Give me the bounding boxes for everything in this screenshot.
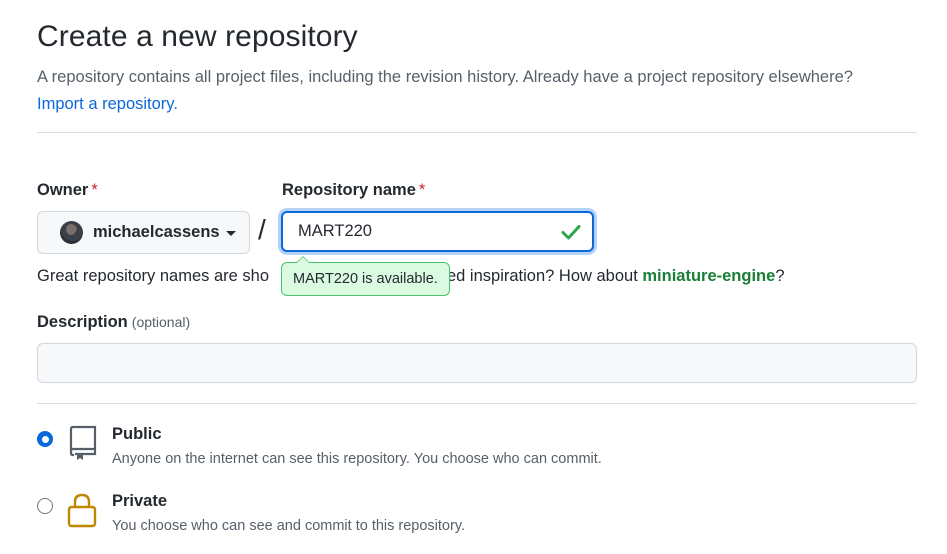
visibility-public-description: Anyone on the internet can see this repo… [112, 451, 602, 467]
owner-label: Owner * [37, 181, 98, 200]
required-marker: * [91, 181, 98, 199]
optional-marker: (optional) [131, 314, 191, 330]
page-subtitle: A repository contains all project files,… [37, 64, 917, 118]
owner-dropdown-button[interactable]: michaelcassens [37, 211, 250, 254]
owner-username: michaelcassens [93, 223, 220, 241]
check-icon [561, 225, 581, 240]
divider [37, 403, 917, 404]
description-input[interactable] [37, 343, 917, 383]
import-repository-link[interactable]: Import a repository. [37, 95, 178, 113]
description-label: Description (optional) [37, 313, 190, 332]
visibility-private-radio[interactable] [37, 498, 53, 514]
owner-label-text: Owner [37, 181, 89, 199]
lock-icon [67, 493, 97, 528]
repo-name-label-text: Repository name [282, 181, 416, 199]
visibility-private-description: You choose who can see and commit to thi… [112, 518, 466, 534]
required-marker: * [418, 181, 426, 199]
repo-name-label: Repository name * [282, 181, 425, 200]
owner-repo-separator: / [258, 214, 266, 245]
subtitle-text: A repository contains all project files,… [37, 68, 853, 86]
description-label-text: Description [37, 313, 128, 331]
hint-end: ? [775, 267, 785, 285]
visibility-private-label: Private [112, 492, 168, 510]
visibility-public-radio[interactable] [37, 431, 53, 447]
caret-down-icon [225, 231, 236, 236]
divider [37, 132, 917, 133]
hint-lead-text: Great repository names are sho [37, 267, 270, 285]
repo-name-field[interactable] [281, 211, 594, 252]
repo-icon [69, 425, 97, 460]
hint-tail-text: ed inspiration? How about [447, 267, 643, 285]
repo-name-hint: Great repository names are sho ed inspir… [37, 267, 785, 286]
repo-name-input[interactable] [283, 213, 543, 250]
hint-tail: ed inspiration? How about miniature-engi… [447, 267, 785, 286]
availability-tooltip: MART220 is available. [281, 256, 450, 296]
suggested-name-link[interactable]: miniature-engine [642, 267, 775, 285]
visibility-public-label: Public [112, 425, 162, 443]
page-title: Create a new repository [37, 20, 358, 53]
avatar [60, 221, 83, 244]
